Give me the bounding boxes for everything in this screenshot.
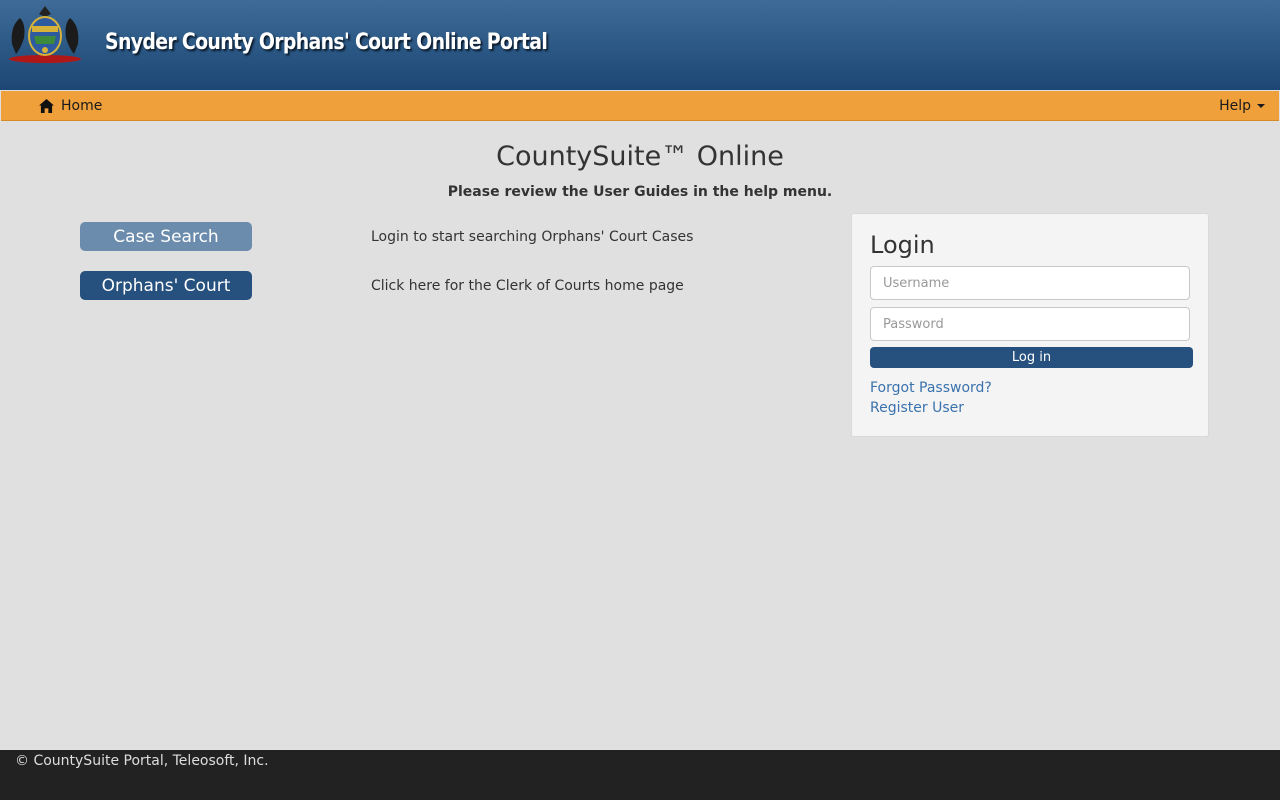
password-input[interactable] [870,307,1190,341]
case-search-button[interactable]: Case Search [80,222,252,251]
caret-down-icon [1257,104,1265,108]
site-header: Snyder County Orphans' Court Online Port… [0,0,1280,90]
nav-help-dropdown[interactable]: Help [1219,91,1265,121]
nav-help-label: Help [1219,98,1251,114]
portal-title: Snyder County Orphans' Court Online Port… [105,30,548,55]
orphans-court-description: Click here for the Clerk of Courts home … [371,278,684,294]
login-button[interactable]: Log in [870,347,1193,368]
page-title: CountySuite™ Online [496,141,784,172]
case-search-description: Login to start searching Orphans' Court … [371,229,694,245]
register-user-link[interactable]: Register User [870,400,964,416]
footer-copyright: © CountySuite Portal, Teleosoft, Inc. [15,753,269,769]
home-icon [39,99,54,113]
pennsylvania-seal-icon [9,6,81,63]
nav-home-link[interactable]: Home [39,91,102,121]
forgot-password-link[interactable]: Forgot Password? [870,380,992,396]
site-footer: © CountySuite Portal, Teleosoft, Inc. [0,750,1280,800]
page-subtitle: Please review the User Guides in the hel… [447,184,833,200]
nav-home-label: Home [61,98,103,114]
login-panel: Login Log in Forgot Password? Register U… [851,213,1209,437]
top-navbar: Home Help [1,91,1279,121]
username-input[interactable] [870,266,1190,300]
login-title: Login [870,231,935,259]
orphans-court-button[interactable]: Orphans' Court [80,271,252,300]
